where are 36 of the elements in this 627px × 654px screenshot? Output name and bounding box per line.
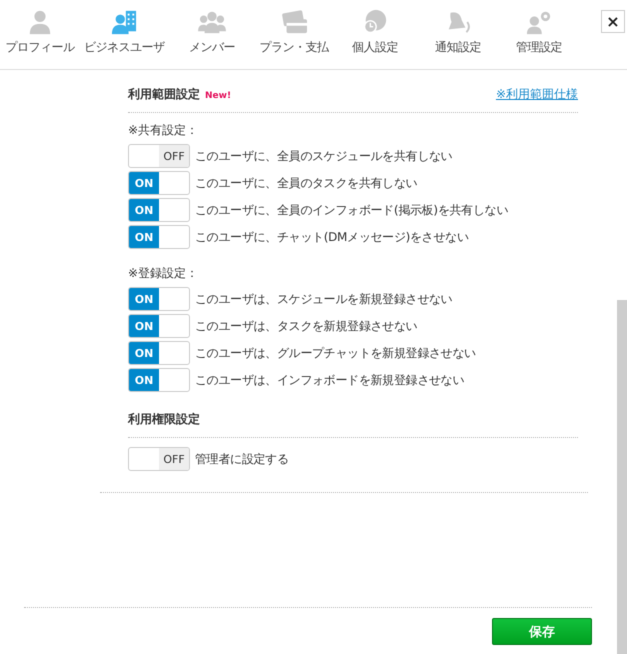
setting-label: このユーザに、全員のスケジュールを共有しない — [195, 148, 452, 164]
setting-label: このユーザに、全員のタスクを共有しない — [195, 174, 418, 192]
section-title: 利用範囲設定 — [128, 86, 200, 103]
setting-label: このユーザは、インフォボードを新規登録させない — [195, 372, 464, 388]
group-heading: ※登録設定： — [128, 265, 200, 282]
toggle-switch[interactable]: ON — [128, 287, 190, 311]
toggle-switch[interactable]: OFF — [128, 144, 190, 168]
toggle-switch[interactable]: ON — [128, 314, 190, 338]
spec-link[interactable]: ※利用範囲仕様 — [496, 86, 578, 103]
nav-tab[interactable]: 個人設定 — [332, 9, 418, 56]
nav-tab[interactable]: 管理設定 — [498, 9, 580, 56]
setting-label: このユーザに、チャット(DMメッセージ)をさせない — [195, 228, 468, 246]
setting-label: 管理者に設定する — [195, 450, 289, 468]
section-title: 利用権限設定 — [128, 411, 200, 428]
nav-tab[interactable]: 通知設定 — [418, 9, 498, 56]
toggle-switch[interactable]: ON — [128, 171, 190, 195]
scrollbar[interactable] — [617, 300, 627, 654]
new-label: New! — [205, 91, 232, 101]
business-icon — [109, 9, 139, 35]
toggle-switch[interactable]: ON — [128, 198, 190, 222]
setting-label: このユーザは、タスクを新規登録させない — [195, 318, 418, 334]
nav-tab[interactable]: メンバー — [168, 9, 256, 56]
toggle-switch[interactable]: ON — [128, 341, 190, 365]
group-heading: ※共有設定： — [128, 122, 200, 139]
toggle-switch[interactable]: ON — [128, 368, 190, 392]
setting-label: このユーザに、全員のインフォボード(掲示板)を共有しない — [195, 202, 508, 218]
nav-tab[interactable]: ビジネスユーザ — [80, 9, 168, 56]
toggle-switch[interactable]: OFF — [128, 447, 190, 471]
close-button[interactable]: × — [601, 10, 625, 33]
card-icon — [279, 9, 309, 35]
group-icon — [197, 9, 227, 35]
setting-label: このユーザは、スケジュールを新規登録させない — [195, 290, 452, 308]
nav-tab[interactable]: プロフィール — [0, 9, 80, 56]
setting-label: このユーザは、グループチャットを新規登録させない — [195, 344, 476, 362]
nav-tab[interactable]: プラン・支払 — [256, 9, 332, 56]
toggle-switch[interactable]: ON — [128, 225, 190, 249]
